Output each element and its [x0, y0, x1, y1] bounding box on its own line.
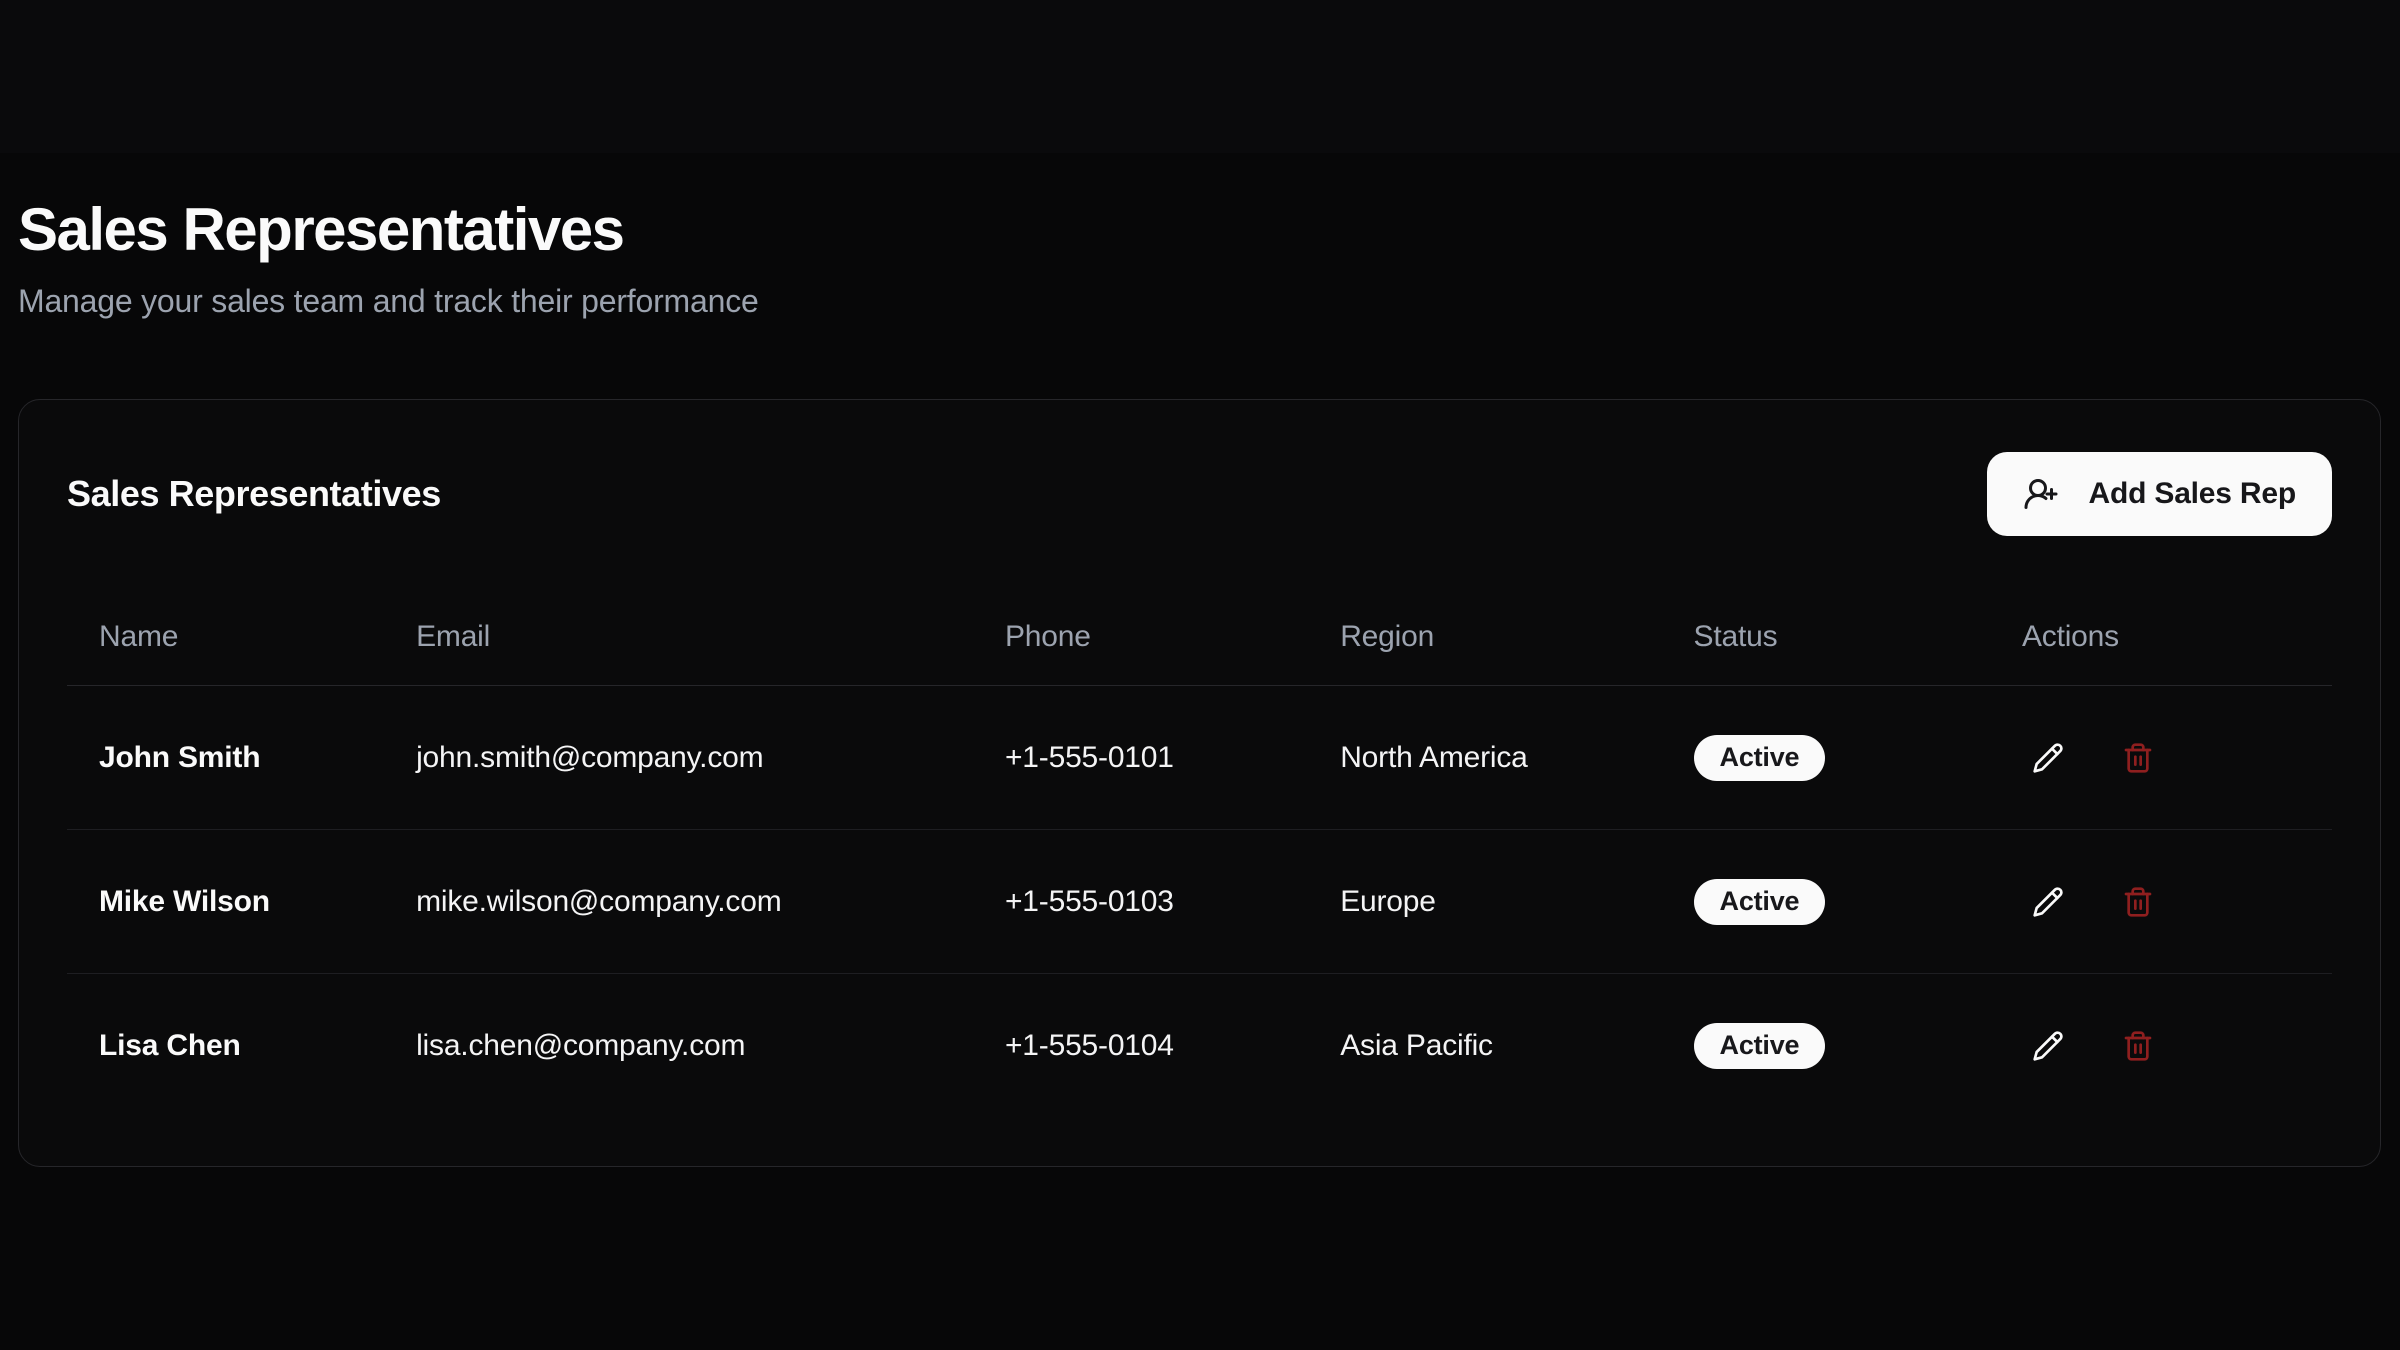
edit-button[interactable] [2022, 732, 2074, 784]
pencil-icon [2032, 1030, 2064, 1062]
table-row: John Smith john.smith@company.com +1-555… [67, 686, 2332, 830]
name-cell: Mike Wilson [67, 830, 384, 974]
email-cell: mike.wilson@company.com [384, 830, 973, 974]
table-row: Mike Wilson mike.wilson@company.com +1-5… [67, 830, 2332, 974]
column-header-phone: Phone [973, 590, 1308, 686]
name-cell: Lisa Chen [67, 974, 384, 1118]
actions-cell [1990, 974, 2332, 1118]
name-cell: John Smith [67, 686, 384, 830]
card-content: Name Email Phone Region Status Actions J… [19, 590, 2380, 1166]
status-cell: Active [1662, 830, 1990, 974]
column-header-status: Status [1662, 590, 1990, 686]
status-badge: Active [1694, 879, 1826, 925]
trash-icon [2122, 1030, 2154, 1062]
status-badge: Active [1694, 1023, 1826, 1069]
phone-cell: +1-555-0104 [973, 974, 1308, 1118]
column-header-name: Name [67, 590, 384, 686]
pencil-icon [2032, 886, 2064, 918]
page-container: Sales Representatives Manage your sales … [18, 0, 2381, 1167]
page-subtitle: Manage your sales team and track their p… [18, 281, 2381, 323]
region-cell: Asia Pacific [1308, 974, 1661, 1118]
edit-button[interactable] [2022, 876, 2074, 928]
trash-icon [2122, 742, 2154, 774]
add-sales-rep-button[interactable]: Add Sales Rep [1987, 452, 2332, 536]
status-cell: Active [1662, 974, 1990, 1118]
pencil-icon [2032, 742, 2064, 774]
table-row: Lisa Chen lisa.chen@company.com +1-555-0… [67, 974, 2332, 1118]
region-cell: Europe [1308, 830, 1661, 974]
delete-button[interactable] [2112, 732, 2164, 784]
card-title: Sales Representatives [67, 473, 441, 515]
delete-button[interactable] [2112, 876, 2164, 928]
column-header-region: Region [1308, 590, 1661, 686]
phone-cell: +1-555-0103 [973, 830, 1308, 974]
status-cell: Active [1662, 686, 1990, 830]
user-plus-icon [2023, 476, 2059, 512]
sales-reps-table: Name Email Phone Region Status Actions J… [67, 590, 2332, 1118]
region-cell: North America [1308, 686, 1661, 830]
trash-icon [2122, 886, 2154, 918]
edit-button[interactable] [2022, 1020, 2074, 1072]
actions-cell [1990, 830, 2332, 974]
status-badge: Active [1694, 735, 1826, 781]
page-title: Sales Representatives [18, 192, 2381, 267]
email-cell: john.smith@company.com [384, 686, 973, 830]
page-header: Sales Representatives Manage your sales … [18, 0, 2381, 323]
column-header-actions: Actions [1990, 590, 2332, 686]
delete-button[interactable] [2112, 1020, 2164, 1072]
add-sales-rep-button-label: Add Sales Rep [2089, 477, 2296, 511]
actions-cell [1990, 686, 2332, 830]
column-header-email: Email [384, 590, 973, 686]
sales-reps-card: Sales Representatives Add Sales Rep [18, 399, 2381, 1167]
email-cell: lisa.chen@company.com [384, 974, 973, 1118]
table-header-row: Name Email Phone Region Status Actions [67, 590, 2332, 686]
card-header: Sales Representatives Add Sales Rep [19, 400, 2380, 590]
phone-cell: +1-555-0101 [973, 686, 1308, 830]
